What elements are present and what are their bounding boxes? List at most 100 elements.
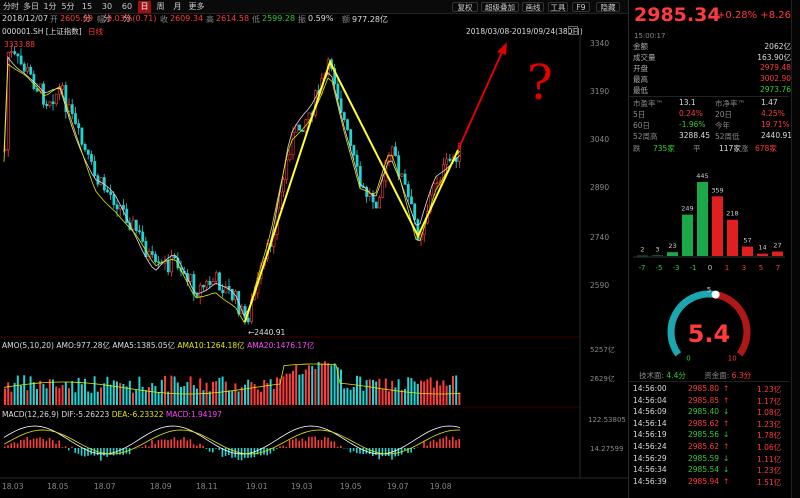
price-tick-2: 3040 xyxy=(590,135,610,144)
tick-row[interactable]: 14:56:04 2985.85 ↑ 1.17亿 xyxy=(633,396,783,407)
quote-row: 开盘 2979.48 xyxy=(633,63,791,74)
period-tab-10[interactable]: 更多 xyxy=(187,1,206,13)
macd-bar xyxy=(394,448,396,457)
period-tab-5[interactable]: 30分 xyxy=(98,1,116,23)
volume-bar xyxy=(202,390,205,405)
macd-bar xyxy=(16,443,19,448)
candle-body xyxy=(80,127,84,145)
volume-bar xyxy=(317,361,320,405)
volume-axis-high: 5257亿 xyxy=(590,346,615,354)
candle-body xyxy=(371,192,375,203)
valuation-l1: 5日 xyxy=(633,110,646,119)
close-label: 收 xyxy=(160,15,168,24)
candle-body xyxy=(400,173,404,177)
quote-row: 金额 2062亿 xyxy=(633,41,791,52)
macd-bar xyxy=(93,448,96,456)
candle-body xyxy=(86,149,90,155)
quote-panel: 2985.34 +0.28% +8.26 15:00:17 金额 2062亿 成交量… xyxy=(628,0,800,498)
volume-bar xyxy=(272,388,275,405)
tick-volume: 1.51亿 xyxy=(757,477,782,487)
volume-bar xyxy=(234,383,237,405)
volume-bar xyxy=(343,388,346,405)
volume-bar xyxy=(186,382,189,405)
volume-bar xyxy=(292,370,294,405)
period-tab-7[interactable]: 日 xyxy=(138,1,151,13)
hist-bar xyxy=(682,214,693,256)
macd-bar xyxy=(324,436,326,448)
volume-bar xyxy=(96,391,99,405)
period-tab-1[interactable]: 多日 xyxy=(22,1,40,13)
macd-legend-title: MACD(12,26,9) xyxy=(2,410,59,419)
volume-axis-mid: 2629亿 xyxy=(590,375,615,383)
range-settings-icon[interactable]: ⋮ xyxy=(568,26,578,35)
macd-bar xyxy=(458,439,460,448)
tick-row[interactable]: 14:56:34 2985.54 ↓ 1.23亿 xyxy=(633,465,783,476)
toolbar-button-1[interactable]: 超级叠加 xyxy=(481,2,519,12)
toolbar-button-4[interactable]: F9 xyxy=(572,2,590,12)
volume-bar xyxy=(400,389,403,405)
volume-bar xyxy=(205,382,208,405)
macd-bar xyxy=(413,448,416,449)
hist-label: 5 xyxy=(759,264,763,272)
rise-label: 涨 xyxy=(741,144,749,153)
tick-row[interactable]: 14:56:39 2985.94 ↑ 1.51亿 xyxy=(633,477,783,488)
side-scrollbar[interactable] xyxy=(791,0,800,498)
candle-body xyxy=(410,196,413,205)
volume-bar xyxy=(320,363,323,405)
hist-value: 359 xyxy=(711,186,723,194)
low-value: 2599.28 xyxy=(262,14,296,23)
volume-bar xyxy=(416,383,419,405)
hist-label: 7 xyxy=(776,264,780,272)
candle-body xyxy=(381,180,385,198)
candle-body xyxy=(221,289,225,294)
tick-time: 14:56:29 xyxy=(633,453,667,463)
period-tab-9[interactable]: 月 xyxy=(170,1,185,13)
candle-body xyxy=(141,231,145,242)
candle-body xyxy=(93,161,97,176)
tick-row[interactable]: 14:56:29 2985.59 ↓ 1.11亿 xyxy=(633,454,783,465)
macd-bar xyxy=(202,445,204,448)
volume-bar xyxy=(346,388,349,405)
toolbar-button-0[interactable]: 复权 xyxy=(452,2,478,12)
tick-row[interactable]: 14:56:00 2985.80 ↑ 1.23亿 xyxy=(633,384,783,395)
volume-bar xyxy=(68,388,70,405)
macd-bar xyxy=(288,439,291,448)
period-tab-3[interactable]: 5分 xyxy=(60,1,76,13)
macd-bar xyxy=(266,448,268,456)
period-tab-2[interactable]: 1分 xyxy=(42,1,58,13)
candle-body xyxy=(131,219,135,230)
volume-bar xyxy=(448,384,451,405)
toolbar-button-5[interactable]: 隐藏 xyxy=(596,2,620,12)
period-tab-6[interactable]: 60分 xyxy=(118,1,136,23)
candle-body xyxy=(166,260,170,273)
candle-body xyxy=(413,203,417,220)
volume-bar xyxy=(308,365,310,405)
period-tab-8[interactable]: 周 xyxy=(153,1,168,13)
volume-bar xyxy=(48,379,51,405)
tick-price: 2985.62 xyxy=(688,442,720,451)
candle-body xyxy=(349,129,353,146)
candle-body xyxy=(403,173,407,185)
macd-bar xyxy=(71,446,73,448)
macd-bar xyxy=(128,448,131,455)
tick-row[interactable]: 14:56:14 2985.62 ↑ 1.23亿 xyxy=(633,419,783,430)
tick-row[interactable]: 14:56:09 2985.40 ↓ 1.08亿 xyxy=(633,407,783,418)
candle-body xyxy=(205,280,209,288)
valuation-v2: 4.25% xyxy=(761,109,785,118)
period-tab-4[interactable]: 15分 xyxy=(78,1,96,23)
volume-bar xyxy=(132,392,134,405)
volume-bar xyxy=(183,385,186,405)
toolbar-button-3[interactable]: 工具 xyxy=(548,2,568,12)
candle-body xyxy=(208,280,212,285)
volume-bar xyxy=(116,381,118,405)
volume-bar xyxy=(282,376,285,405)
tick-row[interactable]: 14:56:24 2985.62 ↑ 1.06亿 xyxy=(633,442,783,453)
tick-volume: 1.08亿 xyxy=(757,408,782,418)
macd-bar xyxy=(180,439,182,448)
toolbar-button-2[interactable]: 画线 xyxy=(522,2,544,12)
macd-bar xyxy=(61,447,64,448)
period-tab-0[interactable]: 分时 xyxy=(2,1,20,13)
high-label: 高 xyxy=(206,15,214,24)
candle-body xyxy=(355,154,359,167)
tick-row[interactable]: 14:56:19 2985.56 ↓ 1.78亿 xyxy=(633,430,783,441)
